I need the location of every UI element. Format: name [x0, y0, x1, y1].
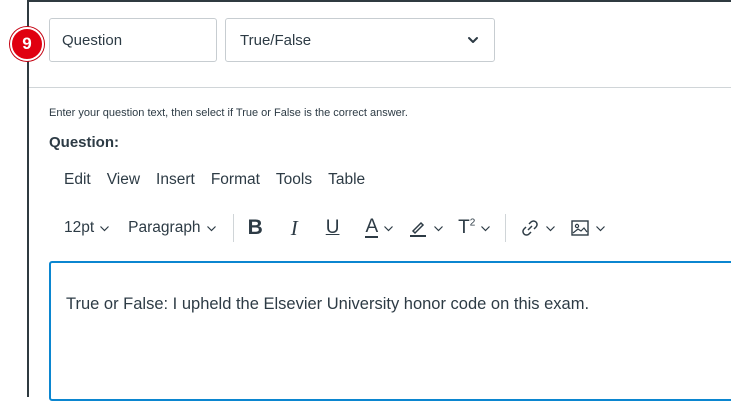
menu-edit[interactable]: Edit	[64, 171, 91, 189]
question-type-select[interactable]: True/False	[225, 18, 495, 62]
chevron-down-icon	[100, 225, 110, 231]
italic-icon: I	[290, 215, 298, 240]
question-title-input[interactable]: Question	[49, 18, 217, 62]
block-format-value: Paragraph	[128, 219, 201, 236]
chevron-down-icon	[384, 225, 394, 231]
link-button[interactable]	[520, 218, 556, 238]
menu-tools[interactable]: Tools	[276, 171, 312, 189]
editor-toolbar: 12pt Paragraph B I U A T2	[64, 210, 606, 246]
bold-button[interactable]: B	[248, 216, 263, 240]
question-text-editor[interactable]: True or False: I upheld the Elsevier Uni…	[49, 261, 731, 401]
underline-button[interactable]: U	[326, 217, 340, 239]
bold-icon: B	[247, 216, 263, 239]
question-label: Question:	[49, 134, 119, 151]
superscript-button[interactable]: T2	[458, 217, 491, 239]
chevron-down-icon	[546, 225, 556, 231]
font-size-dropdown[interactable]: 12pt	[64, 219, 110, 237]
highlight-color-button[interactable]	[408, 218, 444, 238]
question-instructions: Enter your question text, then select if…	[49, 107, 408, 119]
step-number-badge: 9	[10, 27, 44, 61]
toolbar-separator	[232, 214, 234, 242]
link-icon	[522, 220, 539, 236]
block-format-dropdown[interactable]: Paragraph	[128, 219, 216, 237]
text-color-icon: A	[365, 216, 379, 238]
menu-insert[interactable]: Insert	[156, 171, 195, 189]
image-icon	[571, 220, 590, 236]
toolbar-separator	[505, 214, 507, 242]
chevron-down-icon	[434, 225, 444, 231]
chevron-down-icon	[206, 225, 216, 231]
question-title-value: Question	[62, 31, 123, 49]
image-button[interactable]	[570, 218, 606, 238]
section-divider	[29, 87, 731, 88]
underline-icon: U	[325, 217, 340, 238]
superscript-icon: T2	[458, 217, 476, 238]
question-type-value: True/False	[240, 31, 312, 49]
menu-format[interactable]: Format	[211, 171, 260, 189]
menu-table[interactable]: Table	[328, 171, 365, 189]
editor-content: True or False: I upheld the Elsevier Uni…	[66, 295, 590, 313]
italic-button[interactable]: I	[291, 216, 298, 241]
editor-menubar: Edit View Insert Format Tools Table	[64, 171, 381, 189]
chevron-down-icon	[481, 225, 491, 231]
font-size-value: 12pt	[64, 219, 95, 236]
highlighter-icon	[410, 221, 427, 237]
chevron-down-icon	[596, 225, 606, 231]
chevron-down-icon	[468, 37, 478, 43]
text-color-button[interactable]: A	[365, 216, 394, 238]
menu-view[interactable]: View	[107, 171, 140, 189]
